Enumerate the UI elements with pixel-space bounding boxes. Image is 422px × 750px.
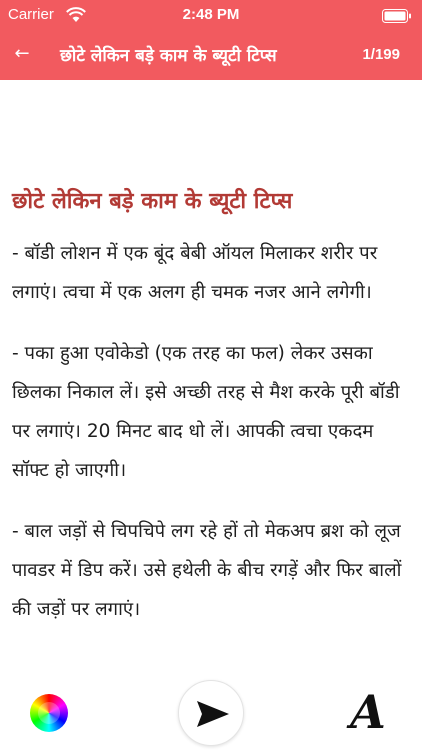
back-arrow-icon: ← — [14, 43, 30, 64]
article-paragraph: - पका हुआ एवोकेडो (एक तरह का फल) लेकर उस… — [12, 343, 400, 481]
page-title: छोटे लेकिन बड़े काम के ब्यूटी टिप्स — [60, 46, 277, 66]
send-icon — [197, 701, 229, 727]
article-paragraph: - बाल जड़ों से चिपचिपे लग रहे हों तो मेक… — [12, 521, 402, 620]
article-heading: छोटे लेकिन बड़े काम के ब्यूटी टिप्स — [12, 189, 293, 214]
status-bar: Carrier 2:48 PM — [0, 0, 422, 32]
clock: 2:48 PM — [182, 6, 240, 23]
app-bar: ← छोटे लेकिन बड़े काम के ब्यूटी टिप्स 1/… — [0, 32, 422, 80]
font-size-button[interactable]: A — [344, 684, 392, 740]
article-paragraph: - बॉडी लोशन में एक बूंद बेबी ऑयल मिलाकर … — [12, 243, 378, 303]
share-button[interactable] — [178, 680, 244, 746]
page-counter: 1/199 — [362, 46, 400, 63]
article-body[interactable]: छोटे लेकिन बड़े काम के ब्यूटी टिप्स - बॉ… — [0, 80, 422, 680]
battery-icon — [382, 9, 411, 23]
bottom-toolbar: A — [0, 680, 422, 750]
top-header: Carrier 2:48 PM ← छोटे लेकिन बड़े काम के… — [0, 0, 422, 80]
back-button[interactable]: ← — [10, 42, 34, 66]
color-wheel-icon[interactable] — [30, 694, 68, 732]
